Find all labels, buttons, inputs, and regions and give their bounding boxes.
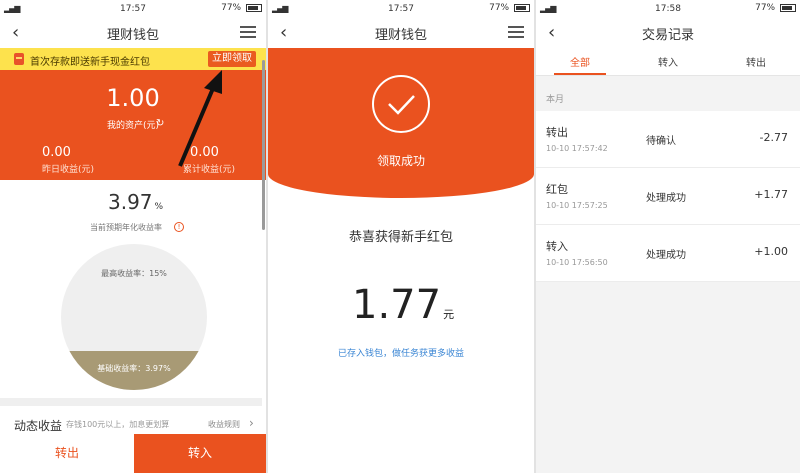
bonus-value: 1.77 xyxy=(352,282,442,328)
page-title: 交易记录 xyxy=(641,28,694,43)
max-rate-label: 最高收益率：15% xyxy=(101,269,167,278)
nav-bar: ‹ 理财钱包 xyxy=(0,18,266,48)
congrats-text: 恭喜获得新手红包 xyxy=(348,230,453,245)
record-amount: -2.77 xyxy=(759,131,788,144)
battery-percent: 77% xyxy=(221,3,242,13)
menu-icon[interactable] xyxy=(508,26,524,38)
nav-bar: ‹ 交易记录 xyxy=(536,18,800,48)
promo-text: 首次存款即送新手现金红包 xyxy=(30,57,150,68)
record-amount: +1.00 xyxy=(754,245,788,258)
promo-banner: 首次存款即送新手现金红包 立即领取 xyxy=(0,48,266,70)
deposit-note-link[interactable]: 已存入钱包，做任务获更多收益 xyxy=(268,346,534,359)
asset-amount: 1.00 xyxy=(106,84,160,112)
base-rate-label: 基础收益率：3.97% xyxy=(97,364,171,373)
active-tab-indicator xyxy=(554,73,606,75)
refresh-icon[interactable]: ↻ xyxy=(156,118,164,129)
bonus-amount: 1.77 元 xyxy=(352,282,454,328)
chevron-right-icon: › xyxy=(249,416,254,430)
rate-gauge: 最高收益率：15% 基础收益率：3.97% xyxy=(61,244,207,390)
record-status: 处理成功 xyxy=(646,250,686,261)
battery-icon xyxy=(780,3,796,12)
status-right: 77% xyxy=(489,3,530,13)
record-time: 10-10 17:56:50 xyxy=(546,258,608,267)
record-time: 10-10 17:57:25 xyxy=(546,201,608,210)
scrollbar[interactable] xyxy=(262,60,265,230)
annual-rate: 3.97% xyxy=(108,190,163,214)
earnings-rules-link[interactable]: 收益规则 xyxy=(208,419,240,430)
list-item[interactable]: 红包 10-10 17:57:25 处理成功 +1.77 xyxy=(536,168,800,225)
battery-icon xyxy=(514,3,530,12)
annual-rate-value: 3.97 xyxy=(108,190,153,214)
list-item[interactable]: 转出 10-10 17:57:42 待确认 -2.77 xyxy=(536,111,800,168)
battery-percent: 77% xyxy=(489,3,510,13)
success-message: 领取成功 xyxy=(376,154,425,168)
record-status: 待确认 xyxy=(646,136,676,147)
section-divider xyxy=(0,398,262,406)
status-right: 77% xyxy=(755,3,796,13)
checkmark-icon xyxy=(372,75,430,133)
battery-percent: 77% xyxy=(755,3,776,13)
record-time: 10-10 17:57:42 xyxy=(546,144,608,153)
tab-all[interactable]: 全部 xyxy=(536,54,624,69)
page-title: 理财钱包 xyxy=(106,28,159,43)
wallet-home-screen: ▂▄▆ 17:57 77% ‹ 理财钱包 首次存款即送新手现金红包 立即领取 1… xyxy=(0,0,266,473)
nav-bar: ‹ 理财钱包 xyxy=(268,18,534,48)
asset-summary: 1.00 我的资产(元) ↻ 0.00 昨日收益(元) 0.00 累计收益(元) xyxy=(0,70,266,180)
dynamic-earnings-row[interactable]: 动态收益 存钱100元以上，加息更划算 收益规则 › xyxy=(0,406,266,434)
yesterday-earnings-value: 0.00 xyxy=(42,145,71,160)
total-earnings-value: 0.00 xyxy=(190,145,219,160)
info-icon[interactable]: ! xyxy=(174,222,184,232)
dynamic-earnings-title: 动态收益 xyxy=(14,419,63,433)
annual-rate-unit: % xyxy=(154,202,164,212)
red-envelope-icon xyxy=(14,53,24,65)
transaction-records-screen: ▂▄▆ 17:58 77% ‹ 交易记录 全部 转入 转出 本月 转出 10-1… xyxy=(536,0,800,473)
dynamic-earnings-desc: 存钱100元以上，加息更划算 xyxy=(66,420,170,429)
record-status: 处理成功 xyxy=(646,193,686,204)
month-header: 本月 xyxy=(546,95,565,105)
list-item[interactable]: 转入 10-10 17:56:50 处理成功 +1.00 xyxy=(536,225,800,282)
record-tabs: 全部 转入 转出 xyxy=(536,48,800,76)
status-bar: ▂▄▆ 17:58 77% xyxy=(536,0,800,18)
record-type: 转入 xyxy=(546,240,568,253)
record-type: 转出 xyxy=(546,126,568,139)
claim-now-button[interactable]: 立即领取 xyxy=(208,51,256,67)
battery-icon xyxy=(246,3,262,12)
total-earnings-label: 累计收益(元) xyxy=(183,165,236,175)
claim-success-screen: ▂▄▆ 17:57 77% ‹ 理财钱包 领取成功 恭喜获得新手红包 1.77 元… xyxy=(268,0,534,473)
bonus-unit: 元 xyxy=(443,308,455,321)
record-amount: +1.77 xyxy=(754,188,788,201)
transfer-out-button[interactable]: 转出 xyxy=(0,434,134,473)
record-type: 红包 xyxy=(546,183,568,196)
tab-transfer-out[interactable]: 转出 xyxy=(712,54,800,69)
record-list: 转出 10-10 17:57:42 待确认 -2.77 红包 10-10 17:… xyxy=(536,111,800,282)
page-title: 理财钱包 xyxy=(374,28,427,43)
menu-icon[interactable] xyxy=(240,26,256,38)
tab-transfer-in[interactable]: 转入 xyxy=(624,54,712,69)
transfer-in-button[interactable]: 转入 xyxy=(134,434,266,473)
asset-label: 我的资产(元) xyxy=(106,121,160,131)
status-right: 77% xyxy=(221,3,262,13)
status-bar: ▂▄▆ 17:57 77% xyxy=(268,0,534,18)
yesterday-earnings-label: 昨日收益(元) xyxy=(42,165,95,175)
annual-rate-label: 当前预期年化收益率 xyxy=(90,223,162,232)
status-bar: ▂▄▆ 17:57 77% xyxy=(0,0,266,18)
